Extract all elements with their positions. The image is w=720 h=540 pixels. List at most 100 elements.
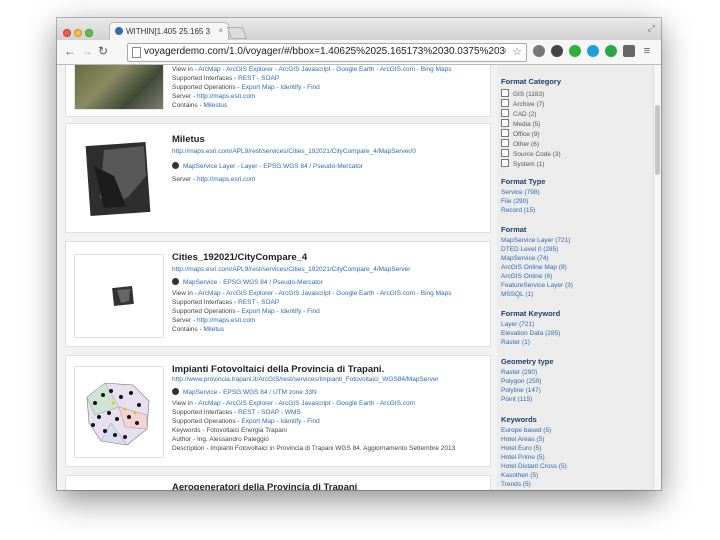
map-thumbnail-image [112,286,134,306]
vertical-scrollbar[interactable] [653,65,661,490]
facet-link[interactable]: ArcGIS Online Map (8) [501,264,567,271]
facet-link[interactable]: Kasothen (5) [501,472,538,479]
result-format[interactable]: MapService Layer - Layer - EPSG:WGS 84 /… [172,162,363,170]
format-icon [172,388,179,395]
facet-checkbox[interactable]: Office (9) [501,129,540,138]
format-icon [172,278,179,285]
facet-link[interactable]: Layer (721) [501,321,534,328]
facet-link[interactable]: Hotel Prime (5) [501,454,545,461]
result-line: Contains - Milestus [172,102,228,109]
wrench-icon[interactable] [533,45,545,57]
tab-title: WITHIN[1.405 25.165 30 [126,27,210,36]
result-line: View in - ArcMap - ArcGIS Explorer - Arc… [172,66,452,73]
facet-link[interactable]: Trends (5) [501,481,531,488]
facet-heading: Keywords [501,415,537,424]
result-thumbnail[interactable] [74,366,164,458]
facet-link[interactable]: Raster (1) [501,339,530,346]
menu-icon[interactable]: ≡ [641,45,653,57]
facet-link[interactable]: Hotel Areas (5) [501,436,544,443]
result-line: Keywords - Fotovoltaici Energia Trapani [172,427,287,434]
page-icon [132,47,141,58]
facet-heading: Format Category [501,77,562,86]
result-card: Miletus http://maps.esri.com/APL9/rest/s… [65,123,491,233]
result-url[interactable]: http://www.provincia.trapani.it/ArcGIS/r… [172,376,439,383]
facet-link[interactable]: Record (15) [501,207,535,214]
facet-link[interactable]: Elevation Data (285) [501,330,560,337]
result-thumbnail[interactable] [74,254,164,338]
facet-link[interactable]: Hotel Distant Cross (5) [501,463,567,470]
result-card: View in - ArcMap - ArcGIS Explorer - Arc… [65,65,491,117]
result-line: View in - ArcMap - ArcGIS Explorer - Arc… [172,400,415,407]
result-line: Supported Interfaces - REST - SOAP - WMS [172,409,301,416]
facet-link[interactable]: ArcGIS Online (6) [501,273,552,280]
page-content: View in - ArcMap - ArcGIS Explorer - Arc… [57,65,661,490]
facet-checkbox[interactable]: Archive (7) [501,99,544,108]
result-title[interactable]: Cities_192021/CityCompare_4 [172,252,307,263]
facet-link[interactable]: MapService Layer (721) [501,237,570,244]
result-thumbnail[interactable] [74,65,164,110]
facet-checkbox[interactable]: CAD (2) [501,109,536,118]
facet-link[interactable]: Raster (290) [501,369,537,376]
back-button[interactable]: ← [64,44,76,58]
new-tab-button[interactable] [226,27,248,39]
pen-icon[interactable] [551,45,563,57]
result-url[interactable]: http://maps.esri.com/APL9/rest/services/… [172,266,410,273]
facet-heading: Format [501,225,527,234]
result-url[interactable]: http://maps.esri.com/APL9/rest/services/… [172,148,416,155]
facet-link[interactable]: Service (798) [501,189,540,196]
facet-link[interactable]: Polyline (147) [501,387,541,394]
cast-icon[interactable] [623,45,635,57]
reload-button[interactable]: ↻ [98,44,108,58]
facet-link[interactable]: MSSQL (1) [501,291,533,298]
title-bar: WITHIN[1.405 25.165 30 × ⤢ [57,18,661,41]
facet-link[interactable]: Point (115) [501,396,532,403]
browser-window: WITHIN[1.405 25.165 30 × ⤢ ← → ↻ voyager… [57,18,661,490]
facet-checkbox[interactable]: Media (5) [501,119,540,128]
facet-link[interactable]: Europe based (5) [501,427,551,434]
browser-toolbar: ← → ↻ voyagerdemo.com/1.0/voyager/#/bbox… [57,40,661,65]
facet-checkbox[interactable]: Source Code (3) [501,149,561,158]
facet-link[interactable]: MapService (74) [501,255,549,262]
result-line: Supported Operations - Export Map - Iden… [172,84,320,91]
result-card: Aerogeneratori della Provincia di Trapan… [65,475,491,490]
facet-heading: Geometry type [501,357,554,366]
extension-icon[interactable] [587,45,599,57]
facet-checkbox[interactable]: Other (6) [501,139,539,148]
result-line: Author - Ing. Alessandro Paleggio [172,436,269,443]
zoom-window-button[interactable] [85,29,93,37]
result-format[interactable]: MapService - EPSG:WGS 84 / UTM zone 33N [172,388,317,396]
fullscreen-icon[interactable]: ⤢ [648,23,655,34]
result-line: Supported Interfaces - REST - SOAP [172,299,280,306]
facet-link[interactable]: DTED Level 0 (285) [501,246,558,253]
evernote-icon[interactable] [569,45,581,57]
scrollbar-thumb[interactable] [655,105,660,175]
address-bar[interactable]: voyagerdemo.com/1.0/voyager/#/bbox=1.406… [127,43,527,62]
bookmark-star-icon[interactable]: ☆ [512,45,522,58]
close-window-button[interactable] [63,29,71,37]
facet-checkbox[interactable]: GIS (1183) [501,89,544,98]
result-line: Server - http://maps.esri.com [172,93,256,100]
format-icon [172,162,179,169]
browser-tab[interactable]: WITHIN[1.405 25.165 30 × [109,22,229,41]
facet-link[interactable]: Hotel Euro (5) [501,445,541,452]
result-format[interactable]: MapService - EPSG:WGS 84 / Pseudo-Mercat… [172,278,323,286]
result-title[interactable]: Miletus [172,134,205,145]
minimize-window-button[interactable] [74,29,82,37]
checkmark-icon[interactable] [605,45,617,57]
url-text[interactable]: voyagerdemo.com/1.0/voyager/#/bbox=1.406… [144,46,506,57]
forward-button[interactable]: → [81,44,93,58]
facet-checkbox[interactable]: System (1) [501,159,544,168]
result-line: Server - http://maps.esri.com [172,176,256,183]
result-card: Impianti Fotovoltaici della Provincia di… [65,355,491,467]
facet-link[interactable]: Polygon (250) [501,378,541,385]
result-line: Supported Interfaces - REST - SOAP [172,75,280,82]
facet-link[interactable]: FeatureService Layer (3) [501,282,573,289]
result-title[interactable]: Impianti Fotovoltaici della Provincia di… [172,364,384,375]
facet-link[interactable]: File (290) [501,198,528,205]
map-thumbnail-image [85,141,151,217]
result-line: View in - ArcMap - ArcGIS Explorer - Arc… [172,290,452,297]
result-title[interactable]: Aerogeneratori della Provincia di Trapan… [172,482,357,490]
result-thumbnail[interactable] [74,136,162,220]
facet-heading: Format Keyword [501,309,561,318]
tab-close-icon[interactable]: × [218,26,223,35]
